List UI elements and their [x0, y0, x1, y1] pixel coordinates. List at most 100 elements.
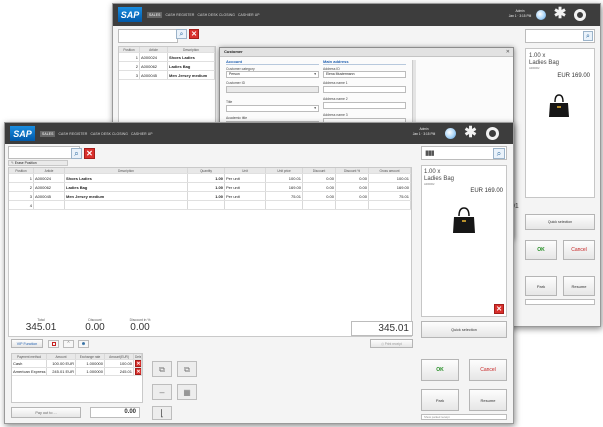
back-search-button[interactable]: ⌕: [176, 29, 187, 39]
table-row[interactable]: 1 A000024 Shoes Ladies 1.00 Per unit 100…: [9, 173, 411, 183]
cell-position: 4: [9, 200, 34, 210]
payment-row[interactable]: Cash 100.00 EUR 1.000000 100.00 ✕: [12, 359, 142, 368]
cell-discount: 0.00: [302, 173, 336, 183]
back-ok-button[interactable]: OK: [525, 240, 557, 260]
customer-category-select[interactable]: Person ▾: [226, 71, 319, 78]
cell-description: Shoes Ladies: [64, 173, 188, 183]
nav-cash-register[interactable]: CASH REGISTER: [58, 132, 87, 136]
sap-logo: SAP: [10, 126, 35, 141]
product-quantity: 1.00 x: [424, 169, 441, 175]
table-row[interactable]: 1 A000024 Shoes Ladies: [119, 52, 215, 62]
nav-sales[interactable]: SALES: [147, 12, 163, 18]
park-button[interactable]: Park: [421, 389, 459, 411]
cell-amount-eur: 245.01: [104, 367, 134, 376]
back-scanner-search-button[interactable]: ⌕: [583, 31, 593, 41]
remove-product-button[interactable]: ✕: [494, 304, 504, 314]
nav-cashier-up[interactable]: CASHIER UP: [238, 13, 260, 17]
chevron-up-icon[interactable]: ⌃: [63, 340, 74, 348]
gear-icon[interactable]: ✱: [553, 6, 567, 22]
front-admin-info[interactable]: Admin Jan 1 · 3:15 PM: [411, 127, 437, 137]
back-quick-selection-button[interactable]: Quick selection: [525, 214, 595, 230]
customer-id-field[interactable]: [226, 86, 319, 93]
back-top-bar: SAP SALES CASH REGISTER CASH DESK CLOSIN…: [113, 4, 600, 26]
back-resume-button[interactable]: Resume: [563, 276, 595, 296]
delete-payment-button[interactable]: ✕: [135, 360, 141, 367]
back-article-input[interactable]: [118, 29, 178, 43]
cell-position: 2: [119, 61, 140, 71]
article-search-button[interactable]: ⌕: [71, 148, 82, 159]
table-row[interactable]: 3 A000045 Men Jersey medium 1.00 Per uni…: [9, 191, 411, 201]
nav-cashier-up[interactable]: CASHIER UP: [131, 132, 153, 136]
cell-quantity: [187, 200, 225, 210]
user-icon[interactable]: ☻: [78, 340, 89, 348]
cell-delete: ✕: [133, 359, 142, 368]
cancel-button[interactable]: Cancel: [469, 359, 507, 381]
erase-position-button[interactable]: ✎ Erase Position: [8, 160, 68, 166]
nav-cash-register[interactable]: CASH REGISTER: [165, 13, 194, 17]
cell-payment-amount: 245.01 EUR: [46, 367, 76, 376]
payment-method-button-1[interactable]: ⧉: [152, 361, 172, 377]
article-input[interactable]: [8, 146, 80, 159]
cell-position: 1: [119, 52, 140, 62]
keypad-button[interactable]: ▦: [177, 384, 197, 400]
cell-gross-amount: 100.01: [368, 173, 411, 183]
address-id-field[interactable]: Elena Mustermann: [323, 71, 406, 78]
cell-position: 3: [9, 191, 34, 201]
payment-row[interactable]: American Express 245.01 EUR 1.000000 245…: [12, 367, 142, 376]
pay-out-button[interactable]: Pay out to ...: [11, 407, 81, 418]
parked-receipt-select[interactable]: Show parked receipt: [421, 414, 507, 420]
address-id-value: Elena Mustermann: [326, 72, 355, 76]
cell-gross-amount: 169.00: [368, 182, 411, 192]
admin-time: Jan 1 · 3:15 PM: [412, 132, 436, 136]
vip-function-button[interactable]: VIP Function: [11, 339, 43, 348]
cell-article: A000024: [139, 52, 168, 62]
payment-method-button-2[interactable]: ⧉: [177, 361, 197, 377]
position-grid: Position Article Description Quantity Un…: [8, 167, 412, 337]
cell-description: Shoes Ladies: [167, 52, 215, 62]
ok-button[interactable]: OK: [421, 359, 459, 381]
ladies-bag-image: [549, 94, 569, 117]
address-name-2-field[interactable]: [323, 102, 406, 109]
cell-description: Men Jersey medium: [167, 70, 215, 80]
back-parked-receipt-select[interactable]: [525, 299, 595, 305]
cell-quantity: 1.00: [187, 173, 225, 183]
receipt-icon[interactable]: [48, 340, 59, 348]
table-row[interactable]: 2 A000062 Ladies Bag 1.00 Per unit 169.0…: [9, 182, 411, 192]
product-code: A000062: [529, 67, 540, 70]
nav-cash-desk-closing[interactable]: CASH DESK CLOSING: [90, 132, 128, 136]
title-select[interactable]: ▾: [226, 105, 319, 112]
power-icon[interactable]: [574, 9, 586, 21]
nav-cash-desk-closing[interactable]: CASH DESK CLOSING: [197, 13, 235, 17]
payment-grid: Payment method Amount Exchange rate Amou…: [11, 353, 143, 403]
cell-unit-price: [265, 200, 303, 210]
cell-description: Men Jersey medium: [64, 191, 188, 201]
delete-payment-button[interactable]: ✕: [135, 368, 141, 375]
table-row[interactable]: 2 A000062 Ladies Bag: [119, 61, 215, 71]
product-name: Ladies Bag: [424, 176, 455, 182]
next-step-button[interactable]: ⌊: [152, 406, 172, 420]
quick-selection-button[interactable]: Quick selection: [421, 321, 507, 338]
front-top-bar: SAP SALES CASH REGISTER CASH DESK CLOSIN…: [5, 123, 513, 144]
power-icon[interactable]: [486, 127, 499, 140]
back-clear-button[interactable]: ✕: [189, 29, 199, 39]
table-row[interactable]: 4: [9, 200, 411, 210]
gear-icon[interactable]: ✱: [463, 125, 478, 141]
cell-article: A000024: [33, 173, 65, 183]
back-cancel-button[interactable]: Cancel: [563, 240, 595, 260]
address-name-3-label: Address name 3: [323, 113, 348, 117]
print-receipt-button[interactable]: ⎙ Print receipt: [370, 339, 413, 348]
table-row[interactable]: 3 A000045 Men Jersey medium: [119, 70, 215, 80]
minus-button[interactable]: –: [152, 384, 172, 400]
nav-sales[interactable]: SALES: [40, 131, 56, 137]
cell-exchange-rate: 1.000000: [75, 367, 105, 376]
back-park-button[interactable]: Park: [525, 276, 557, 296]
clear-input-button[interactable]: ✕: [84, 148, 95, 159]
address-name-2-label: Address name 2: [323, 97, 348, 101]
search-icon[interactable]: [445, 128, 456, 139]
back-admin-info[interactable]: Admin Jan 1 · 3:15 PM: [508, 9, 532, 19]
scanner-search-button[interactable]: ⌕: [493, 148, 505, 159]
dialog-close-icon[interactable]: ✕: [506, 49, 510, 55]
search-icon[interactable]: [536, 10, 546, 20]
address-name-1-field[interactable]: [323, 86, 406, 93]
resume-button[interactable]: Resume: [469, 389, 507, 411]
